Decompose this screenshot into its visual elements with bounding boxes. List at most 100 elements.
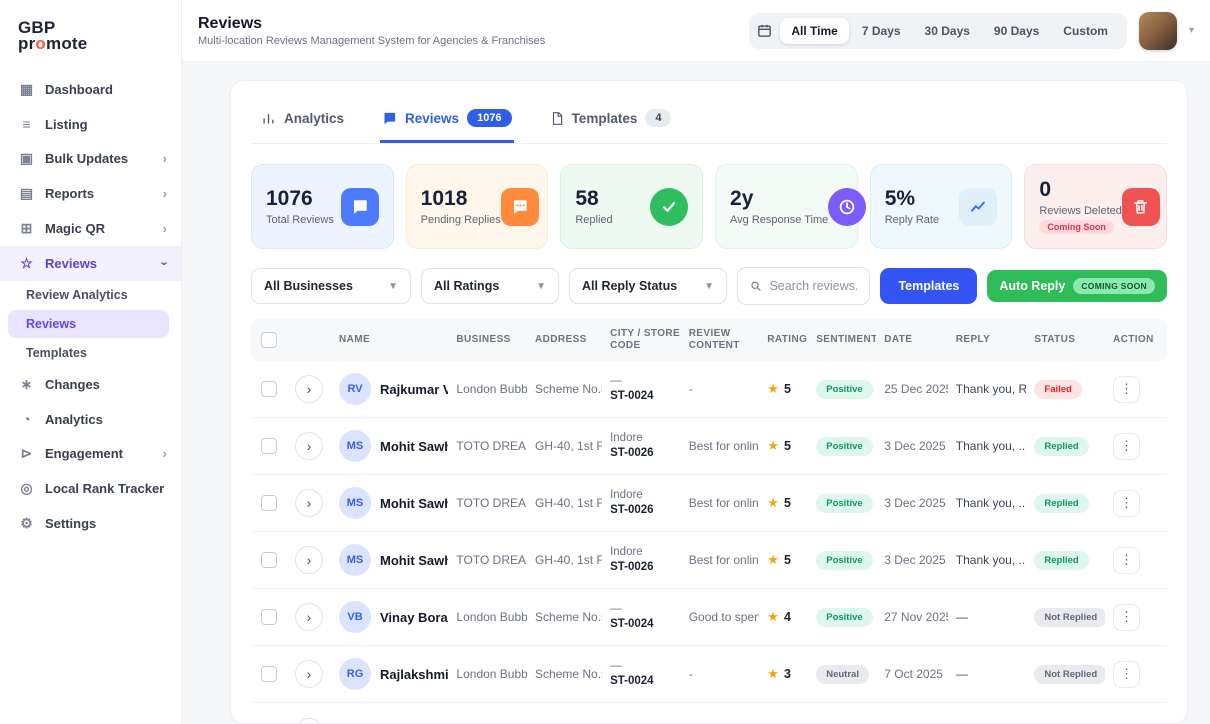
date-range-pill[interactable]: Custom [1052,18,1119,44]
page-title: Reviews [198,15,545,33]
expand-row-button[interactable]: › [295,603,323,631]
row-actions-menu-button[interactable]: ⋮ [1113,433,1140,460]
sidebar-item[interactable]: ▦ Dashboard › [0,72,181,107]
stat-reply-rate: 5% Reply Rate [870,164,1013,249]
auto-reply-button[interactable]: Auto Reply COMING SOON [987,270,1167,302]
store-code-value: ST-0026 [610,503,681,518]
expand-row-button[interactable]: › [295,718,323,724]
templates-button[interactable]: Templates [880,268,977,304]
expand-row-button[interactable]: › [295,489,323,517]
date-cell: 3 Dec 2025 [884,439,948,453]
sidebar-item-label: Reviews [26,317,155,331]
sidebar-item[interactable]: ▣ Bulk Updates › [0,141,181,176]
user-avatar[interactable] [1139,12,1177,50]
sidebar-item-icon: ▦ [18,81,35,98]
address-cell: Scheme No.54,... [535,610,602,624]
expand-row-button[interactable]: › [295,660,323,688]
row-checkbox[interactable] [261,609,277,625]
store-code-value: ST-0024 [610,617,681,632]
sentiment-badge: Positive [816,608,872,627]
date-range-pill[interactable]: 7 Days [851,18,912,44]
reply-status-filter-select[interactable]: All Reply Status ▼ [569,268,727,304]
rating-value: 5 [784,439,791,453]
rating-cell: ★ 3 [767,666,808,682]
sidebar: GBP promote ▦ Dashboard › ≡ Listing › ▣ [0,0,182,724]
row-actions-menu-button[interactable]: ⋮ [1113,376,1140,403]
sidebar-item[interactable]: ◔ Analytics › [0,402,181,436]
sentiment-badge: Positive [816,380,872,399]
date-range-pill[interactable]: 30 Days [914,18,981,44]
rating-value: 3 [784,667,791,681]
calendar-icon [757,23,772,38]
row-actions-menu-button[interactable]: ⋮ [1113,490,1140,517]
sidebar-nav: ▦ Dashboard › ≡ Listing › ▣ Bulk Updates… [0,72,181,541]
column-header-reply: Reply [956,334,1027,347]
date-range-pill[interactable]: All Time [780,18,848,44]
sidebar-item[interactable]: ☆ Reviews › [0,246,181,281]
rating-cell: ★ 5 [767,552,808,568]
search-input[interactable] [769,268,857,304]
expand-row-button[interactable]: › [295,432,323,460]
row-actions-menu-button[interactable]: ⋮ [1113,661,1140,688]
sidebar-item-label: Changes [45,377,167,392]
profile-chevron-icon: ▾ [1189,25,1194,36]
store-code-value: ST-0026 [610,446,681,461]
row-actions-menu-button[interactable]: ⋮ [1113,547,1140,574]
chat-bubble-icon [341,188,379,226]
brand-logo: GBP promote [0,14,181,72]
sidebar-item-label: Reviews [45,256,153,271]
review-content-cell: Best for online ... [689,553,760,567]
reply-cell: Thank you, R... [956,382,1027,396]
status-cell: Failed [1034,380,1105,399]
sentiment-badge: Positive [816,494,872,513]
sidebar-item-label: Reports [45,186,153,201]
sidebar-item[interactable]: ⊳ Engagement › [0,436,181,471]
row-checkbox[interactable] [261,438,277,454]
row-checkbox[interactable] [261,552,277,568]
sidebar-item[interactable]: ▤ Reports › [0,176,181,211]
document-icon [550,111,564,126]
business-filter-select[interactable]: All Businesses ▼ [251,268,411,304]
reviewer-name: Mohit Sawhn [380,553,448,568]
table-row: › MS Mohit Sawhn TOTO DREAM ... GH-40, 1… [251,475,1167,532]
row-checkbox[interactable] [261,495,277,511]
city-value: Indore [610,431,681,446]
tab-reviews[interactable]: Reviews 1076 [380,99,514,143]
rating-filter-select[interactable]: All Ratings ▼ [421,268,559,304]
date-cell: 3 Dec 2025 [884,496,948,510]
row-checkbox[interactable] [261,666,277,682]
reply-cell: Thank you, ... [956,553,1027,567]
date-range-pill[interactable]: 90 Days [983,18,1050,44]
sidebar-item[interactable]: ⊞ Magic QR › [0,211,181,246]
address-cell: GH-40, 1st Flo... [535,553,602,567]
sidebar-item[interactable]: Templates › [0,339,181,367]
row-checkbox[interactable] [261,381,277,397]
table-row: › RG Rajlakshmi G London Bubble... Schem… [251,646,1167,703]
date-range-group: All Time 7 Days 30 Days 90 Days Custom [749,13,1127,49]
sidebar-item[interactable]: ∗ Changes › [0,367,181,402]
tab-analytics[interactable]: Analytics [259,101,346,142]
address-cell: Scheme No.54,... [535,382,602,396]
rating-cell: ★ 5 [767,438,808,454]
table-body: › RV Rajkumar Vis London Bubble... Schem… [251,361,1167,703]
reviewer-initials-avatar: RV [339,373,371,405]
select-all-checkbox[interactable] [261,332,277,348]
city-store-cell: — ST-0024 [610,374,681,404]
address-cell: GH-40, 1st Flo... [535,496,602,510]
expand-row-button[interactable]: › [295,546,323,574]
stat-label: Reply Rate [885,214,939,226]
sidebar-item[interactable]: ≡ Listing › [0,107,181,141]
coming-soon-badge: Coming Soon [1039,220,1114,234]
sidebar-item[interactable]: Review Analytics › [0,281,181,309]
chat-icon [382,111,397,126]
stat-value: 0 [1039,178,1122,202]
expand-row-button[interactable]: › [295,375,323,403]
sidebar-item[interactable]: ◎ Local Rank Tracker › [0,471,181,506]
content-panel: Analytics Reviews 1076 Templates 4 1076 [230,80,1188,724]
reviewer-cell: MS Mohit Sawhn [339,544,448,576]
tab-templates[interactable]: Templates 4 [548,99,674,143]
star-icon: ★ [767,495,779,511]
sidebar-item[interactable]: Reviews › [8,310,169,338]
sidebar-item[interactable]: ⚙ Settings › [0,506,181,541]
row-actions-menu-button[interactable]: ⋮ [1113,604,1140,631]
